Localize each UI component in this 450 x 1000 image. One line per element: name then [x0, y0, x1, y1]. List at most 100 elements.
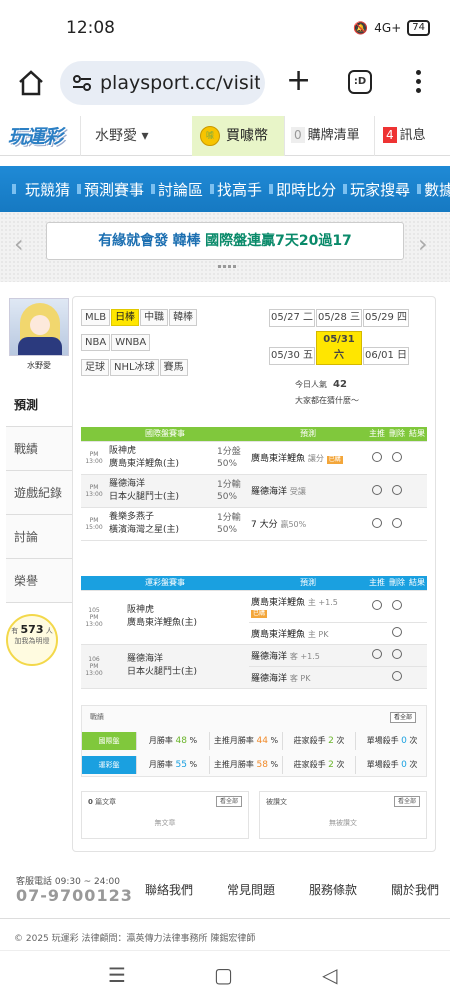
- result-cell: [407, 590, 427, 623]
- nav-live-score[interactable]: 即時比分: [269, 179, 343, 200]
- popularity-value: 42: [333, 379, 347, 390]
- handicap: 1分輸 50%: [217, 507, 249, 541]
- address-bar[interactable]: playsport.cc/visit: [60, 61, 265, 105]
- date-0528[interactable]: 05/28 三: [316, 309, 362, 327]
- date-0601[interactable]: 06/01 日: [363, 347, 409, 365]
- footer-terms-link[interactable]: 服務條款: [309, 881, 357, 898]
- articles-box: 0 篇文章 看全部 無文章: [81, 791, 249, 839]
- result-cell: [407, 666, 427, 689]
- main-pick-radio[interactable]: [372, 484, 382, 495]
- league-filter: MLB 日棒 中職 韓棒 NBA WNBA 足球 NHL冰球 賽馬: [81, 305, 261, 380]
- date-0530[interactable]: 05/30 五: [269, 347, 315, 365]
- prediction: 7 大分 贏50%: [249, 507, 367, 541]
- date-0527[interactable]: 05/27 二: [269, 309, 315, 327]
- menu-record[interactable]: 戰績: [6, 427, 72, 471]
- messages-link[interactable]: 4 訊息: [374, 115, 450, 156]
- handicap: 1分盤 50%: [217, 441, 249, 475]
- teams: 阪神虎 廣島東洋鯉魚(主): [107, 441, 217, 475]
- message-count-badge: 4: [383, 126, 397, 143]
- menu-predict[interactable]: 預測: [6, 383, 72, 427]
- follow-bulb[interactable]: 有 573 人 加我為明燈: [6, 614, 58, 666]
- more-menu-icon[interactable]: [414, 68, 422, 98]
- url-text[interactable]: playsport.cc/visit: [100, 72, 260, 94]
- footer-faq-link[interactable]: 常見問題: [227, 881, 275, 898]
- view-all-articles-button[interactable]: 看全部: [215, 796, 242, 807]
- delete-radio[interactable]: [392, 600, 402, 610]
- promo-ticker: ‹ 有緣就會發 韓棒 國際盤連贏7天20過17 ›: [0, 212, 450, 282]
- main-pick-radio[interactable]: [372, 600, 382, 610]
- col-header: 預測: [249, 576, 367, 591]
- teams: 養樂多燕子 橫濱海灣之星(主): [107, 507, 217, 541]
- result-cell: [407, 441, 427, 475]
- promo-banner[interactable]: 有緣就會發 韓棒 國際盤連贏7天20過17: [46, 222, 404, 260]
- cart-link[interactable]: 0 購牌清單: [284, 115, 374, 156]
- delete-radio[interactable]: [392, 671, 402, 681]
- recent-apps-icon[interactable]: ☰: [108, 963, 126, 987]
- stat-row-local: 運彩盤 月勝率 55 % 主推月勝率 58 % 莊家殺手 2 次 單場殺手 0 …: [82, 754, 428, 776]
- col-header: 預測: [249, 427, 367, 442]
- chevron-left-icon[interactable]: ‹: [14, 230, 24, 258]
- delete-radio[interactable]: [392, 517, 402, 528]
- buy-coins-button[interactable]: 噱 買噱幣: [192, 115, 284, 156]
- league-horse[interactable]: 賽馬: [159, 359, 188, 376]
- league-nhl[interactable]: NHL冰球: [110, 359, 159, 376]
- signal-icon: 4G+: [374, 21, 402, 35]
- result-cell: [407, 644, 427, 667]
- menu-game-log[interactable]: 遊戲紀錄: [6, 471, 72, 515]
- local-games-table: 運彩盤賽事 預測 主推 刪除 結果 105 PM 13:00 阪神虎 廣島東洋鯉魚…: [81, 576, 427, 689]
- table-row: 106 PM 13:00 羅德海洋 日本火腿鬥士(主) 羅德海洋 客 +1.5: [81, 644, 427, 689]
- main-nav: 玩競猜 預測賽事 討論區 找高手 即時比分 玩家搜尋 數據: [0, 166, 450, 212]
- main-pick-radio[interactable]: [372, 517, 382, 528]
- league-npb[interactable]: 日棒: [111, 309, 140, 326]
- avatar[interactable]: [9, 298, 69, 356]
- col-header: 運彩盤賽事: [81, 576, 249, 591]
- col-header: 刪除: [387, 576, 407, 591]
- record-title: 戰績: [90, 713, 104, 721]
- league-soccer[interactable]: 足球: [81, 359, 109, 376]
- back-icon[interactable]: ◁: [322, 963, 337, 987]
- home-icon[interactable]: [16, 68, 46, 98]
- nav-player-search[interactable]: 玩家搜尋: [343, 179, 417, 200]
- nav-data[interactable]: 數據: [417, 179, 450, 200]
- main-pick-radio[interactable]: [372, 649, 382, 659]
- carousel-dots: [218, 265, 236, 268]
- footer-about-link[interactable]: 關於我們: [391, 881, 439, 898]
- nav-predict[interactable]: 預測賽事: [77, 179, 151, 200]
- intl-games-table: 國際盤賽事 預測 主推 刪除 結果 PM 13:00 阪神虎 廣島東洋鯉魚(主)…: [81, 427, 427, 541]
- site-settings-icon[interactable]: [72, 75, 92, 91]
- user-menu[interactable]: 水野愛 ▾: [80, 115, 192, 156]
- delete-radio[interactable]: [392, 451, 402, 462]
- nav-forum[interactable]: 討論區: [151, 179, 210, 200]
- delete-radio[interactable]: [392, 649, 402, 659]
- buy-label: 買噱幣: [226, 127, 268, 144]
- view-all-record-button[interactable]: 看全部: [389, 712, 416, 723]
- table-row: PM 13:00 阪神虎 廣島東洋鯉魚(主) 1分盤 50% 廣島東洋鯉魚 讓分…: [81, 441, 427, 475]
- league-cpbl[interactable]: 中職: [140, 309, 169, 326]
- menu-honor[interactable]: 榮譽: [6, 559, 72, 603]
- league-wnba[interactable]: WNBA: [111, 334, 151, 351]
- nav-experts[interactable]: 找高手: [210, 179, 269, 200]
- menu-discuss[interactable]: 討論: [6, 515, 72, 559]
- main-pick-radio[interactable]: [372, 451, 382, 462]
- date-0529[interactable]: 05/29 四: [363, 309, 409, 327]
- league-nba[interactable]: NBA: [81, 334, 111, 351]
- nav-play-guess[interactable]: 玩競猜: [11, 179, 77, 200]
- prediction: 羅德海洋 受讓: [249, 474, 367, 508]
- date-picker: 05/27 二 05/28 三 05/29 四 05/30 五05/31 六 06/0…: [269, 305, 417, 369]
- league-kbo[interactable]: 韓棒: [169, 309, 198, 326]
- home-button-icon[interactable]: ▢: [214, 963, 233, 987]
- date-0531[interactable]: 05/31 六: [316, 331, 362, 365]
- table-row: PM 15:00 養樂多燕子 橫濱海灣之星(主) 1分輸 50% 7 大分 贏5…: [81, 507, 427, 541]
- delete-radio[interactable]: [392, 484, 402, 495]
- footer-contact-link[interactable]: 聯絡我們: [145, 881, 193, 898]
- tab-switcher-button[interactable]: :D: [348, 70, 372, 94]
- view-all-liked-button[interactable]: 看全部: [393, 796, 420, 807]
- league-mlb[interactable]: MLB: [81, 309, 111, 326]
- delete-radio[interactable]: [392, 627, 402, 637]
- support-phone[interactable]: 07-9700123: [16, 886, 133, 905]
- teams: 羅德海洋 日本火腿鬥士(主): [107, 644, 249, 689]
- profile-sidebar: 水野愛 預測 戰績 遊戲紀錄 討論 榮譽 有 573 人 加我為明燈: [6, 298, 72, 666]
- new-tab-icon[interactable]: +: [286, 66, 311, 96]
- chevron-right-icon[interactable]: ›: [418, 230, 428, 258]
- site-logo[interactable]: 玩運彩: [0, 116, 80, 156]
